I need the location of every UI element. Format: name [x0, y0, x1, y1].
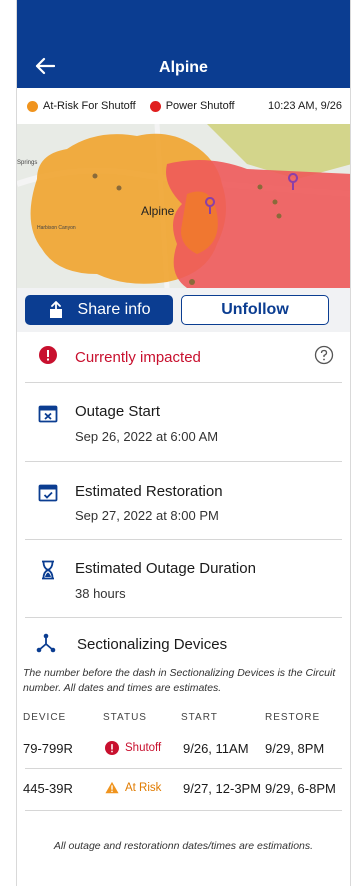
device-start: 9/27, 12-3PM: [183, 781, 262, 796]
app-frame: Alpine At-Risk For Shutoff Power Shutoff…: [16, 0, 351, 886]
alert-icon: [39, 346, 57, 364]
device-id: 79-799R: [23, 741, 73, 756]
device-start: 9/26, 11AM: [183, 741, 249, 756]
col-restore: RESTORE: [265, 712, 321, 723]
status-label: At Risk: [125, 781, 162, 794]
outage-duration-row: Estimated Outage Duration 38 hours: [17, 540, 350, 617]
outage-map[interactable]: Springs Harbison Canyon Alpine: [17, 124, 350, 288]
table-row[interactable]: 79-799R Shutoff 9/26, 11AM 9/29, 8PM: [17, 730, 350, 766]
divider: [25, 768, 342, 769]
col-start: START: [181, 712, 218, 723]
calendar-check-icon: [38, 484, 58, 502]
outage-start-value: Sep 26, 2022 at 6:00 AM: [75, 429, 219, 444]
shutoff-dot-icon: [149, 100, 161, 112]
estimated-restoration-row: Estimated Restoration Sep 27, 2022 at 8:…: [17, 462, 350, 539]
table-row[interactable]: 445-39R At Risk 9/27, 12-3PM 9/29, 6-8PM: [17, 770, 350, 806]
map-label-harbison: Harbison Canyon: [37, 225, 76, 231]
at-risk-dot-icon: [27, 100, 38, 112]
device-restore: 9/29, 6-8PM: [265, 781, 336, 796]
share-info-label: Share info: [77, 301, 151, 318]
outage-start-title: Outage Start: [75, 403, 161, 420]
page-title: Alpine: [159, 59, 208, 76]
share-info-button[interactable]: Share info: [25, 295, 173, 325]
map-graphic: Springs Harbison Canyon: [17, 124, 350, 288]
footer-note: All outage and restorationn dates/times …: [53, 840, 314, 852]
duration-value: 38 hours: [75, 586, 126, 601]
device-restore: 9/29, 8PM: [265, 741, 325, 756]
legend-power-shutoff: Power Shutoff: [149, 100, 235, 112]
shutoff-alert-icon: [105, 741, 119, 755]
impact-status-row: Currently impacted: [17, 332, 350, 382]
sectionalizing-title: Sectionalizing Devices: [77, 636, 228, 653]
app-header: Alpine: [17, 0, 350, 88]
device-status: Shutoff: [105, 741, 161, 755]
map-label-springs: Springs: [17, 160, 37, 166]
calendar-x-icon: [38, 405, 58, 423]
restoration-value: Sep 27, 2022 at 8:00 PM: [75, 508, 219, 523]
restoration-title: Estimated Restoration: [75, 483, 223, 500]
sectionalizing-network-icon: [36, 633, 56, 653]
divider: [25, 617, 342, 618]
device-id: 445-39R: [23, 781, 73, 796]
unfollow-button[interactable]: Unfollow: [181, 295, 329, 325]
devices-table-header: DEVICE STATUS START RESTORE: [17, 708, 350, 728]
legend-at-risk-label: At-Risk For Shutoff: [43, 100, 136, 112]
action-bar: Share info Unfollow: [17, 288, 350, 332]
duration-title: Estimated Outage Duration: [75, 560, 256, 577]
divider: [25, 810, 342, 811]
col-device: DEVICE: [23, 712, 67, 723]
hourglass-icon: [42, 560, 54, 580]
impact-status-text: Currently impacted: [75, 349, 201, 366]
status-label: Shutoff: [125, 742, 162, 754]
col-status: STATUS: [103, 712, 147, 723]
legend-at-risk: At-Risk For Shutoff: [27, 100, 136, 112]
sectionalizing-note: The number before the dash in Sectionali…: [23, 667, 336, 694]
share-icon: [49, 301, 62, 318]
help-icon[interactable]: [314, 345, 334, 365]
warning-triangle-icon: [105, 781, 119, 794]
map-timestamp: 10:23 AM, 9/26: [268, 100, 342, 112]
legend-shutoff-label: Power Shutoff: [165, 100, 235, 112]
map-legend: At-Risk For Shutoff Power Shutoff 10:23 …: [17, 88, 350, 124]
device-status: At Risk: [105, 781, 161, 794]
outage-start-row: Outage Start Sep 26, 2022 at 6:00 AM: [17, 383, 350, 461]
map-place-label: Alpine: [141, 204, 175, 218]
